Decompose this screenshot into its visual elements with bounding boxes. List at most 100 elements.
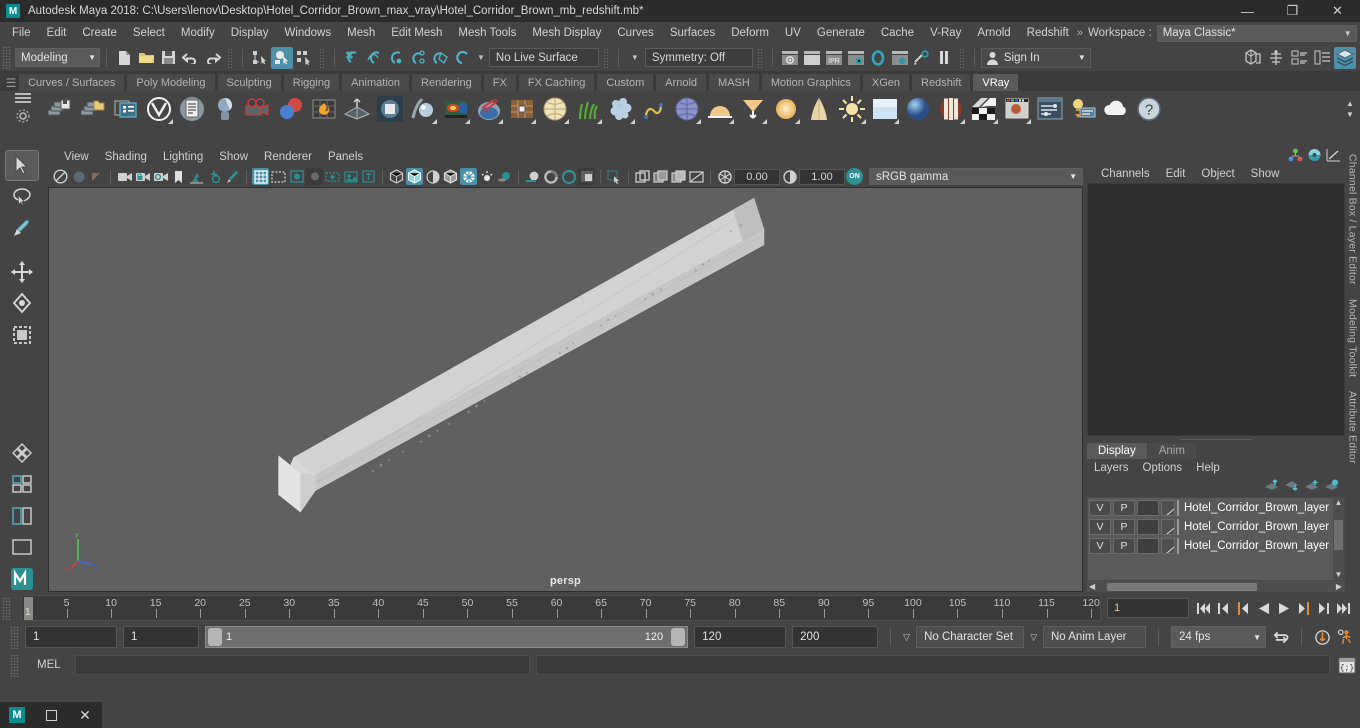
lasso-select-tool[interactable] — [5, 182, 39, 213]
channel-box-list[interactable] — [1087, 183, 1345, 436]
select-by-hierarchy-icon[interactable] — [249, 47, 271, 69]
layer-playback-toggle[interactable]: P — [1113, 518, 1135, 535]
viewport-menu-lighting[interactable]: Lighting — [155, 150, 211, 164]
layer-color-swatch[interactable] — [1161, 537, 1175, 554]
table-row[interactable]: V P Hotel_Corridor_Brown_layer — [1088, 517, 1344, 536]
vray-toon-icon[interactable] — [803, 94, 834, 125]
shelf-settings-icon[interactable] — [16, 108, 30, 126]
vray-ies-light-icon[interactable] — [737, 94, 768, 125]
menu-edit[interactable]: Edit — [39, 25, 75, 41]
table-row[interactable]: V P Hotel_Corridor_Brown_layer — [1088, 536, 1344, 555]
show-hide-hypergraph-icon[interactable] — [1265, 47, 1287, 69]
undo-icon[interactable] — [179, 47, 201, 69]
shelf-scroll-up-icon[interactable]: ▲ — [1346, 99, 1354, 108]
rotate-tool[interactable] — [5, 288, 39, 319]
menu-deform[interactable]: Deform — [723, 25, 777, 41]
last-tool-icon[interactable] — [5, 437, 39, 468]
menu-uv[interactable]: UV — [777, 25, 809, 41]
menu-overflow-icon[interactable]: » — [1077, 27, 1083, 39]
show-hide-attribute-editor-icon[interactable] — [1288, 47, 1310, 69]
animation-start-field[interactable]: 1 — [25, 626, 117, 648]
resolution-gate-icon[interactable] — [288, 168, 305, 185]
use-all-lights-icon[interactable] — [478, 168, 495, 185]
layer-name[interactable]: Hotel_Corridor_Brown_layer — [1181, 521, 1329, 533]
range-bar[interactable]: 1 120 — [205, 626, 689, 648]
vray-plane-icon[interactable] — [341, 94, 372, 125]
vray-render-folder-icon[interactable] — [77, 94, 108, 125]
vray-sphere-light-icon[interactable] — [770, 94, 801, 125]
shelf-tab-curves-surfaces[interactable]: Curves / Surfaces — [18, 73, 126, 91]
shelf-tab-redshift[interactable]: Redshift — [911, 73, 972, 91]
play-backwards-icon[interactable] — [1255, 599, 1272, 617]
current-frame-field[interactable]: 1 — [1107, 598, 1189, 618]
command-language-label[interactable]: MEL — [25, 659, 69, 671]
step-back-keyframe-icon[interactable] — [1215, 599, 1232, 617]
scroll-right-icon[interactable]: ▶ — [1336, 582, 1345, 591]
range-slider-grip[interactable] — [10, 625, 19, 649]
shelf-tab-sculpting[interactable]: Sculpting — [216, 73, 282, 91]
pause-render-icon[interactable] — [933, 47, 955, 69]
shelf-tab-animation[interactable]: Animation — [341, 73, 411, 91]
symmetry-chevron-icon[interactable]: ▼ — [631, 53, 639, 62]
layer-list[interactable]: V P Hotel_Corridor_Brown_layer V P Hotel… — [1087, 497, 1345, 581]
menu-create[interactable]: Create — [74, 25, 125, 41]
vray-material-preview-icon[interactable] — [935, 94, 966, 125]
exposure-field[interactable]: 0.00 — [734, 168, 780, 185]
vray-cloud-icon[interactable] — [1100, 94, 1131, 125]
move-tool[interactable] — [5, 257, 39, 288]
render-current-frame-icon[interactable] — [779, 47, 801, 69]
vray-sun-icon[interactable] — [836, 94, 867, 125]
channel-box-icon[interactable] — [1288, 148, 1303, 165]
minimize-button[interactable]: — — [1225, 0, 1270, 22]
shelf-tab-arnold[interactable]: Arnold — [655, 73, 708, 91]
hud-text-icon[interactable] — [360, 168, 377, 185]
object-menu[interactable]: Object — [1193, 167, 1242, 181]
xray-joints-icon[interactable] — [324, 168, 341, 185]
step-forward-keyframe-icon[interactable] — [1315, 599, 1332, 617]
go-to-start-icon[interactable] — [1195, 599, 1212, 617]
vray-material-icon[interactable] — [209, 94, 240, 125]
anim-layer-chevron-icon[interactable]: ▽ — [1030, 632, 1037, 643]
new-layer-from-selected-icon[interactable] — [1324, 479, 1339, 495]
script-editor-icon[interactable]: {;} — [1336, 655, 1358, 675]
anim-layer-field[interactable]: No Anim Layer — [1043, 626, 1146, 648]
exposure-tone-icon[interactable] — [342, 168, 359, 185]
scroll-left-icon[interactable]: ◀ — [1087, 582, 1095, 591]
options-menu[interactable]: Options — [1136, 461, 1190, 475]
close-window-icon[interactable]: ✕ — [68, 702, 102, 728]
viewport-menu-shading[interactable]: Shading — [97, 150, 155, 164]
step-back-frame-icon[interactable] — [1235, 599, 1252, 617]
render-view-icon[interactable] — [889, 47, 911, 69]
menu-modify[interactable]: Modify — [173, 25, 223, 41]
color-management-toggle[interactable]: ON — [846, 168, 863, 185]
vray-frame-buffer-icon[interactable] — [110, 94, 141, 125]
layer-state-toggle[interactable] — [1137, 537, 1159, 554]
shelf-tab-motion-graphics[interactable]: Motion Graphics — [760, 73, 861, 91]
vray-checker-icon[interactable] — [968, 94, 999, 125]
layer-name[interactable]: Hotel_Corridor_Brown_layer — [1181, 540, 1329, 552]
vray-light-rect-icon[interactable] — [374, 94, 405, 125]
shelf-tab-fx-caching[interactable]: FX Caching — [517, 73, 596, 91]
layer-list-hscrollbar[interactable]: ◀ ▶ — [1087, 581, 1345, 592]
wireframe-on-shaded-icon[interactable] — [442, 168, 459, 185]
shelf-scroll-area[interactable]: ▲ ▼ — [1340, 91, 1360, 127]
vray-logo-icon[interactable] — [143, 94, 174, 125]
vray-fur-icon[interactable] — [572, 94, 603, 125]
xray-active-components-icon[interactable] — [652, 168, 669, 185]
menu-generate[interactable]: Generate — [809, 25, 873, 41]
playback-speed-select[interactable]: 24 fps ▼ — [1171, 626, 1266, 648]
paint-select-tool[interactable] — [5, 213, 39, 244]
layer-visibility-toggle[interactable]: V — [1089, 518, 1111, 535]
vray-material-blend-icon[interactable] — [275, 94, 306, 125]
vray-displacement-icon[interactable] — [506, 94, 537, 125]
vray-camera-icon[interactable] — [242, 94, 273, 125]
maximize-button[interactable]: ❐ — [1270, 0, 1315, 22]
screen-space-ao-icon[interactable] — [578, 168, 595, 185]
menu-mesh-tools[interactable]: Mesh Tools — [450, 25, 524, 41]
shelf-tab-rigging[interactable]: Rigging — [282, 73, 341, 91]
graph-editor-icon[interactable] — [1326, 148, 1341, 165]
snap-to-projected-center-icon[interactable] — [407, 47, 429, 69]
channels-menu[interactable]: Channels — [1093, 167, 1158, 181]
menu-file[interactable]: File — [4, 25, 39, 41]
viewport-menu-view[interactable]: View — [56, 150, 97, 164]
